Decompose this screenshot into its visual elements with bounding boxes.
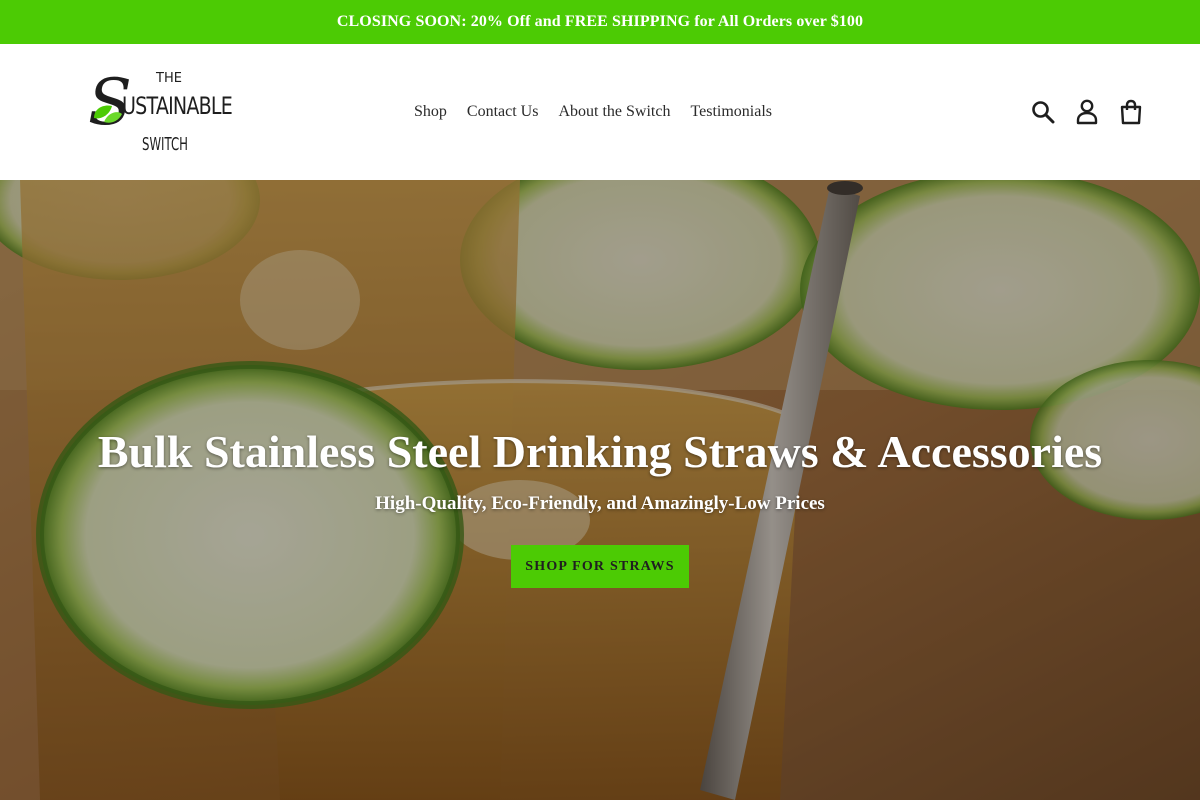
announcement-bar: CLOSING SOON: 20% Off and FREE SHIPPING …	[0, 0, 1200, 44]
nav-link-shop[interactable]: Shop	[404, 100, 457, 124]
search-icon[interactable]	[1030, 98, 1056, 126]
logo-line-switch: SWITCH	[142, 134, 188, 155]
hero-banner: Bulk Stainless Steel Drinking Straws & A…	[0, 180, 1200, 800]
cart-icon[interactable]	[1118, 98, 1144, 126]
nav-link-contact[interactable]: Contact Us	[457, 100, 549, 124]
logo-line-the: THE	[155, 71, 182, 86]
announcement-text: CLOSING SOON: 20% Off and FREE SHIPPING …	[336, 13, 864, 30]
hero-subtitle: High-Quality, Eco-Friendly, and Amazingl…	[375, 493, 825, 514]
nav-link-testimonials[interactable]: Testimonials	[680, 100, 782, 124]
site-logo[interactable]: S THE USTAINABLE SWITCH	[84, 64, 236, 156]
logo-line-sustainable: USTAINABLE	[122, 92, 232, 120]
shop-for-straws-button[interactable]: SHOP FOR STRAWS	[511, 545, 689, 588]
hero-title: Bulk Stainless Steel Drinking Straws & A…	[97, 426, 1103, 477]
nav-link-about[interactable]: About the Switch	[548, 100, 680, 124]
account-icon[interactable]	[1074, 98, 1100, 126]
site-header: S THE USTAINABLE SWITCH Shop Contact Us …	[0, 44, 1200, 180]
main-nav: Shop Contact Us About the Switch Testimo…	[404, 100, 782, 124]
header-icons	[1030, 98, 1144, 126]
logo-graphic: S THE USTAINABLE SWITCH	[88, 66, 233, 155]
